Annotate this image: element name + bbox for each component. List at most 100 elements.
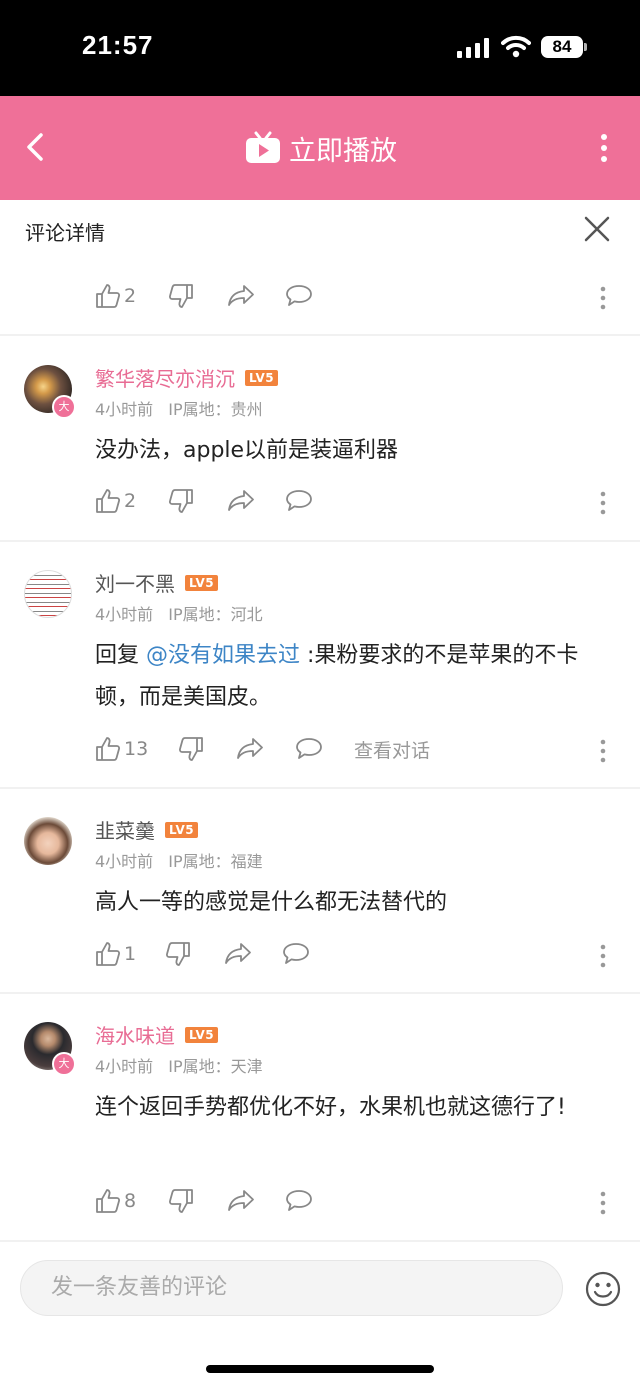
dislike-button[interactable] <box>168 283 194 309</box>
comment-time: 4小时前 <box>95 605 154 624</box>
share-button[interactable] <box>227 283 255 309</box>
username-text: 刘一不黑 <box>95 572 175 596</box>
nav-title: 立即播放 <box>289 135 397 167</box>
reply-prefix: 回复 <box>95 643 146 668</box>
reply-button[interactable] <box>282 941 310 967</box>
divider <box>0 992 640 994</box>
share-arrow-icon <box>228 490 254 511</box>
comment-meta: 4小时前 IP属地：福建 <box>95 848 273 872</box>
dislike-button[interactable] <box>178 736 204 762</box>
thumbs-down-icon <box>168 284 193 308</box>
divider <box>0 787 640 789</box>
vip-badge: 大 <box>52 395 76 419</box>
comment-meta: 4小时前 IP属地：河北 <box>95 601 273 625</box>
comment-text: 回复 @没有如果去过 :果粉要求的不是苹果的不卡顿，而是美国皮。 <box>95 635 615 719</box>
like-button[interactable]: 13 <box>95 736 148 762</box>
thumbs-up-icon <box>96 1189 121 1213</box>
comment-actions: 2 <box>95 488 615 518</box>
reply-button[interactable] <box>295 736 323 762</box>
wifi-icon <box>501 35 531 58</box>
like-button[interactable]: 8 <box>95 1188 136 1214</box>
share-arrow-icon <box>237 738 263 759</box>
like-button[interactable]: 2 <box>95 283 136 309</box>
thumbs-up-icon <box>96 737 121 761</box>
comment-bubble-icon <box>286 490 312 511</box>
thumbs-down-icon <box>178 737 203 761</box>
reply-button[interactable] <box>285 283 313 309</box>
dislike-button[interactable] <box>168 1188 194 1214</box>
share-button[interactable] <box>224 941 252 967</box>
parent-comment-actions: 2 <box>95 283 615 313</box>
dislike-button[interactable] <box>165 941 191 967</box>
share-arrow-icon <box>228 285 254 306</box>
comment-time: 4小时前 <box>95 400 154 419</box>
username-text: 海水味道 <box>95 1024 175 1048</box>
comment-actions: 1 <box>95 941 615 971</box>
dislike-button[interactable] <box>168 488 194 514</box>
comment-text: 没办法，apple以前是装逼利器 <box>95 438 399 463</box>
level-badge: LV5 <box>185 574 219 591</box>
ip-location: IP属地：河北 <box>168 605 263 624</box>
avatar[interactable] <box>24 570 72 618</box>
comment-more-icon[interactable] <box>598 944 608 968</box>
divider <box>0 334 640 336</box>
home-indicator <box>206 1365 434 1373</box>
close-icon[interactable] <box>583 215 611 243</box>
status-bar: 21:57 84 <box>0 0 640 96</box>
comment-bubble-icon <box>296 738 322 759</box>
status-time: 21:57 <box>82 30 154 60</box>
view-conversation-link[interactable]: 查看对话 <box>354 736 430 763</box>
username[interactable]: 韭菜羹 LV5 <box>95 815 199 844</box>
username[interactable]: 海水味道 LV5 <box>95 1020 219 1049</box>
ip-location: IP属地：贵州 <box>168 400 263 419</box>
comment-actions: 13 查看对话 <box>95 736 615 766</box>
like-count: 8 <box>124 1190 137 1212</box>
like-count: 13 <box>124 738 149 760</box>
comment-input[interactable]: 发一条友善的评论 <box>20 1260 563 1316</box>
level-badge: LV5 <box>245 369 279 386</box>
username[interactable]: 繁华落尽亦消沉 LV5 <box>95 363 279 392</box>
tv-play-icon <box>246 131 280 163</box>
top-nav-bar: 立即播放 <box>0 96 640 200</box>
like-button[interactable]: 1 <box>95 941 136 967</box>
share-arrow-icon <box>225 943 251 964</box>
comment-actions: 8 <box>95 1188 615 1218</box>
battery-indicator: 84 <box>541 36 583 58</box>
divider <box>0 540 640 542</box>
share-button[interactable] <box>227 1188 255 1214</box>
comment-more-icon[interactable] <box>598 286 608 310</box>
username-text: 韭菜羹 <box>95 819 155 843</box>
share-button[interactable] <box>236 736 264 762</box>
more-options-icon[interactable] <box>594 132 614 164</box>
emoji-icon[interactable] <box>585 1271 621 1307</box>
reply-button[interactable] <box>285 488 313 514</box>
like-button[interactable]: 2 <box>95 488 136 514</box>
comment-text: 连个返回手势都优化不好，水果机也就这德行了! <box>95 1095 566 1120</box>
avatar[interactable] <box>24 817 72 865</box>
comment-meta: 4小时前 IP属地：贵州 <box>95 396 273 420</box>
like-count: 2 <box>124 490 137 512</box>
sheet-title: 评论详情 <box>25 221 105 245</box>
vip-badge: 大 <box>52 1052 76 1076</box>
comment-more-icon[interactable] <box>598 1191 608 1215</box>
level-badge: LV5 <box>185 1026 219 1043</box>
like-count: 2 <box>124 285 137 307</box>
like-count: 1 <box>124 943 137 965</box>
username-text: 繁华落尽亦消沉 <box>95 367 235 391</box>
thumbs-down-icon <box>168 489 193 513</box>
comment-time: 4小时前 <box>95 852 154 871</box>
comment-text: 高人一等的感觉是什么都无法替代的 <box>95 890 448 915</box>
mention-link[interactable]: @没有如果去过 <box>146 643 300 668</box>
thumbs-up-icon <box>96 489 121 513</box>
share-arrow-icon <box>228 1190 254 1211</box>
reply-button[interactable] <box>285 1188 313 1214</box>
comment-more-icon[interactable] <box>598 491 608 515</box>
back-arrow-icon[interactable] <box>22 132 52 162</box>
thumbs-down-icon <box>168 1189 193 1213</box>
comment-time: 4小时前 <box>95 1057 154 1076</box>
share-button[interactable] <box>227 488 255 514</box>
thumbs-down-icon <box>165 942 190 966</box>
username[interactable]: 刘一不黑 LV5 <box>95 568 219 597</box>
play-now-button[interactable]: 立即播放 <box>245 128 397 168</box>
comment-more-icon[interactable] <box>598 739 608 763</box>
